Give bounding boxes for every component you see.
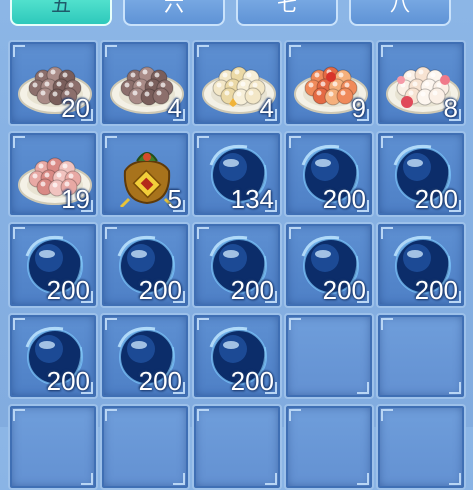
inventory-slot[interactable]: 200 bbox=[376, 131, 466, 217]
inventory-slot[interactable]: 200 bbox=[8, 313, 98, 399]
tab-label: 六 bbox=[164, 0, 184, 16]
inventory-slot[interactable]: 200 bbox=[8, 222, 98, 308]
item-count: 19 bbox=[61, 184, 90, 214]
inventory-slot[interactable]: 200 bbox=[284, 222, 374, 308]
item-count: 4 bbox=[167, 93, 182, 123]
inventory-slot[interactable]: 200 bbox=[284, 131, 374, 217]
inventory-slot[interactable]: 134 bbox=[192, 131, 282, 217]
inventory-slot[interactable]: 4 bbox=[100, 40, 190, 126]
item-count: 200 bbox=[322, 275, 366, 305]
tab-2[interactable]: 六 bbox=[123, 0, 225, 26]
empty-slot[interactable] bbox=[192, 404, 282, 490]
tab-label: 八 bbox=[390, 0, 410, 16]
inventory-grid: 20 4 4 9 8 19 5 134 200 200 200 200 200 200 200 200 200 2… bbox=[8, 40, 466, 490]
inventory-slot[interactable]: 200 bbox=[192, 313, 282, 399]
item-count: 5 bbox=[167, 184, 182, 214]
inventory-slot[interactable]: 4 bbox=[192, 40, 282, 126]
empty-slot[interactable] bbox=[284, 404, 374, 490]
item-count: 200 bbox=[414, 184, 458, 214]
item-count: 134 bbox=[230, 184, 274, 214]
item-count: 200 bbox=[230, 366, 274, 396]
item-count: 200 bbox=[46, 275, 90, 305]
empty-slot[interactable] bbox=[284, 313, 374, 399]
item-count: 200 bbox=[322, 184, 366, 214]
inventory-slot[interactable]: 8 bbox=[376, 40, 466, 126]
empty-slot[interactable] bbox=[376, 313, 466, 399]
item-count: 20 bbox=[61, 93, 90, 123]
inventory-slot[interactable]: 200 bbox=[376, 222, 466, 308]
tab-label: 七 bbox=[277, 0, 297, 16]
inventory-slot[interactable]: 9 bbox=[284, 40, 374, 126]
inventory-slot[interactable]: 200 bbox=[100, 222, 190, 308]
item-count: 200 bbox=[414, 275, 458, 305]
tab-1[interactable]: 五 bbox=[10, 0, 112, 26]
inventory-slot[interactable]: 200 bbox=[100, 313, 190, 399]
tab-3[interactable]: 七 bbox=[236, 0, 338, 26]
item-count: 200 bbox=[138, 366, 182, 396]
empty-slot[interactable] bbox=[100, 404, 190, 490]
item-count: 8 bbox=[443, 93, 458, 123]
inventory-slot[interactable]: 5 bbox=[100, 131, 190, 217]
item-count: 200 bbox=[138, 275, 182, 305]
item-count: 4 bbox=[259, 93, 274, 123]
tab-4[interactable]: 八 bbox=[349, 0, 451, 26]
inventory-slot[interactable]: 200 bbox=[192, 222, 282, 308]
empty-slot[interactable] bbox=[8, 404, 98, 490]
tab-label: 五 bbox=[51, 0, 71, 16]
empty-slot[interactable] bbox=[376, 404, 466, 490]
page-tabs: 五 六 七 八 bbox=[0, 0, 473, 32]
inventory-slot[interactable]: 19 bbox=[8, 131, 98, 217]
item-count: 200 bbox=[230, 275, 274, 305]
item-count: 200 bbox=[46, 366, 90, 396]
item-count: 9 bbox=[351, 93, 366, 123]
inventory-slot[interactable]: 20 bbox=[8, 40, 98, 126]
